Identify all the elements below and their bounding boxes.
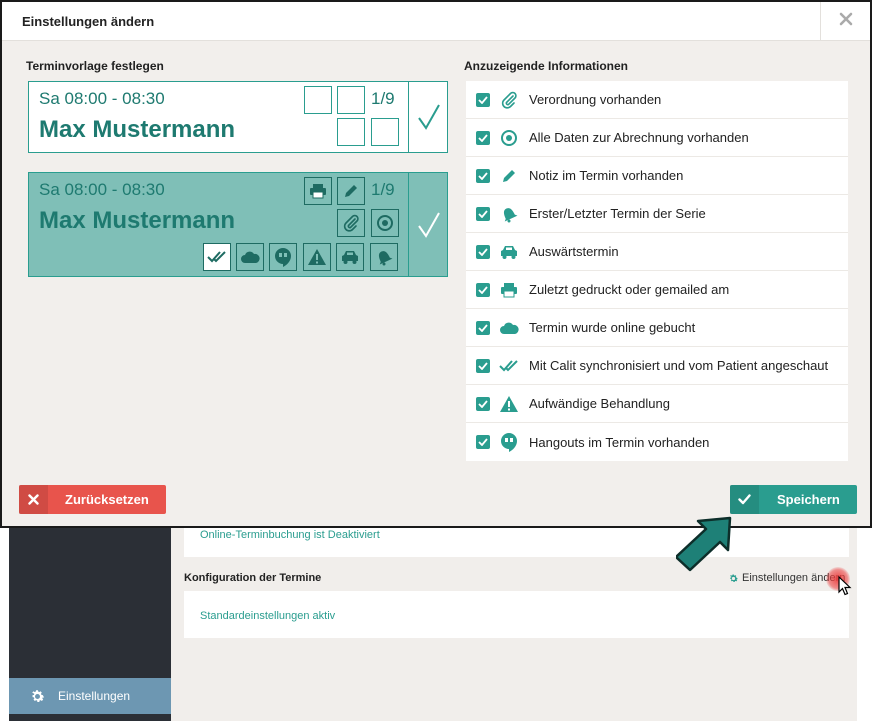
template-option-icons[interactable]: Sa 08:00 - 08:30 Max Mustermann 1/9 (28, 172, 448, 277)
checkbox[interactable] (476, 282, 490, 297)
sidebar-item-label: Einstellungen (58, 689, 131, 703)
checkbox[interactable] (476, 244, 490, 259)
modal-title: Einstellungen ändern (22, 14, 155, 29)
car-icon (498, 241, 520, 263)
template-time: Sa 08:00 - 08:30 (39, 89, 165, 108)
info-option-label: Aufwändige Behandlung (529, 396, 670, 411)
paperclip-icon (498, 89, 520, 111)
printer-icon[interactable] (304, 177, 332, 205)
template-section-title: Terminvorlage festlegen (26, 59, 164, 73)
info-option-row[interactable]: Erster/Letzter Termin der Serie (466, 195, 848, 233)
save-button[interactable]: Speichern (730, 485, 857, 514)
info-option-row[interactable]: Mit Calit synchronisiert und vom Patient… (466, 347, 848, 385)
pointer-arrow-icon (676, 516, 732, 572)
checkmark-icon (417, 104, 440, 130)
bell-icon (498, 203, 520, 225)
info-option-label: Auswärtstermin (529, 244, 619, 259)
hangouts-icon[interactable] (269, 243, 297, 271)
info-option-row[interactable]: Zuletzt gedruckt oder gemailed am (466, 271, 848, 309)
screen: { "modal": { "title": "Einstellungen änd… (0, 0, 872, 721)
gear-icon (28, 687, 46, 705)
close-button[interactable] (820, 2, 870, 41)
info-option-label: Verordnung vorhanden (529, 92, 662, 107)
close-icon (839, 12, 853, 31)
template-option-plain[interactable]: Sa 08:00 - 08:30 Max Mustermann 1/9 (28, 81, 448, 153)
warning-icon (498, 393, 520, 415)
info-option-label: Mit Calit synchronisiert und vom Patient… (529, 358, 829, 373)
info-option-label: Erster/Letzter Termin der Serie (529, 206, 706, 221)
checkbox[interactable] (476, 130, 490, 145)
target-circle-icon (498, 127, 520, 149)
template-time: Sa 08:00 - 08:30 (39, 180, 165, 199)
reset-button-label: Zurücksetzen (65, 492, 149, 507)
icon-slot[interactable] (337, 118, 365, 146)
icon-slot[interactable] (304, 86, 332, 114)
checkbox[interactable] (476, 396, 490, 411)
target-circle-icon[interactable] (371, 209, 399, 237)
paperclip-icon[interactable] (337, 209, 365, 237)
icon-slot[interactable] (337, 86, 365, 114)
template-count: 1/9 (371, 180, 395, 199)
template-patient-name: Max Mustermann (39, 116, 236, 143)
double-check-icon[interactable] (203, 243, 231, 271)
modal-header: Einstellungen ändern (2, 2, 870, 41)
mouse-cursor-icon (838, 576, 852, 596)
double-check-icon (498, 355, 520, 377)
checkbox[interactable] (476, 435, 490, 449)
pencil-icon[interactable] (337, 177, 365, 205)
info-option-row[interactable]: Notiz im Termin vorhanden (466, 157, 848, 195)
icon-slot[interactable] (371, 118, 399, 146)
checkbox[interactable] (476, 92, 490, 107)
close-icon (19, 485, 48, 514)
info-option-row[interactable]: Verordnung vorhanden (466, 81, 848, 119)
checkmark-icon (417, 212, 440, 238)
checkbox[interactable] (476, 320, 490, 335)
template-patient-name: Max Mustermann (39, 207, 236, 234)
template-count: 1/9 (371, 89, 395, 108)
template-select-check[interactable] (408, 173, 448, 276)
info-option-label: Alle Daten zur Abrechnung vorhanden (529, 130, 749, 145)
info-option-row[interactable]: Hangouts im Termin vorhanden (466, 423, 848, 461)
cloud-icon (498, 317, 520, 339)
default-settings-card: Standardeinstellungen aktiv (184, 591, 849, 638)
sidebar-item-einstellungen[interactable]: Einstellungen (9, 678, 171, 714)
car-icon[interactable] (336, 243, 364, 271)
info-option-label: Termin wurde online gebucht (529, 320, 696, 335)
default-settings-status: Standardeinstellungen aktiv (200, 610, 336, 622)
warning-icon[interactable] (303, 243, 331, 271)
template-select-check[interactable] (408, 82, 448, 152)
info-option-row[interactable]: Aufwändige Behandlung (466, 385, 848, 423)
info-option-row[interactable]: Auswärtstermin (466, 233, 848, 271)
info-section-title: Anzuzeigende Informationen (464, 59, 629, 73)
config-section-title: Konfiguration der Termine (184, 572, 322, 584)
bell-icon[interactable] (370, 243, 398, 271)
checkbox[interactable] (476, 206, 490, 221)
online-booking-status: Online-Terminbuchung ist Deaktiviert (200, 529, 380, 541)
settings-modal: Einstellungen ändern Terminvorlage festl… (0, 0, 872, 528)
info-option-row[interactable]: Termin wurde online gebucht (466, 309, 848, 347)
info-option-label: Hangouts im Termin vorhanden (529, 434, 710, 450)
hangouts-icon (498, 431, 520, 453)
printer-icon (498, 279, 520, 301)
checkbox[interactable] (476, 168, 490, 183)
info-option-label: Notiz im Termin vorhanden (529, 168, 684, 183)
reset-button[interactable]: Zurücksetzen (19, 485, 166, 514)
info-options-list: Verordnung vorhanden Alle Daten zur Abrec… (466, 81, 848, 461)
pencil-icon (498, 165, 520, 187)
info-option-row[interactable]: Alle Daten zur Abrechnung vorhanden (466, 119, 848, 157)
online-booking-card: Online-Terminbuchung ist Deaktiviert (184, 526, 849, 557)
save-button-label: Speichern (777, 492, 840, 507)
checkbox[interactable] (476, 358, 490, 373)
cloud-icon[interactable] (236, 243, 264, 271)
window-edge (857, 526, 872, 721)
info-option-label: Zuletzt gedruckt oder gemailed am (529, 282, 730, 297)
